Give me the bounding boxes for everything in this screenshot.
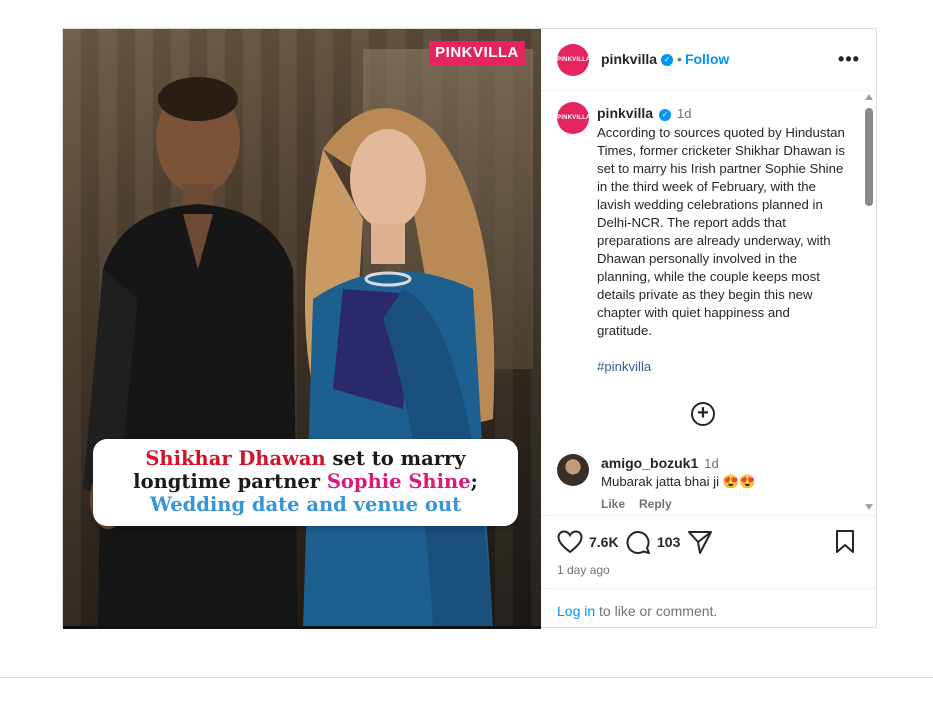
hashtag-text[interactable]: #pinkvilla: [597, 359, 651, 374]
caption-age[interactable]: 1d: [677, 106, 691, 121]
like-count: 7.6K: [589, 534, 619, 550]
post-timestamp[interactable]: 1 day ago: [557, 563, 610, 577]
scroll-up-arrow-icon[interactable]: [865, 94, 873, 100]
headline-wedding: Wedding date and venue out: [149, 493, 462, 516]
login-prompt: Log in to like or comment.: [541, 588, 878, 630]
post-sidebar: PINKVILLA pinkvilla ✓ • Follow ••• PINKVILL…: [541, 29, 878, 629]
header-separator: •: [677, 51, 682, 67]
headline-overlay: Shikhar Dhawan set to marry longtime par…: [93, 439, 518, 526]
comment-actions: Like Reply: [601, 497, 686, 511]
headline-text-2: ;: [470, 470, 478, 493]
caption-text: According to sources quoted by Hindustan…: [597, 125, 845, 338]
post-actions: 7.6K 103 1 day ago Log in to like or com…: [541, 515, 878, 629]
scroll-thumb[interactable]: [865, 108, 873, 206]
heart-icon: [557, 530, 583, 554]
plus-circle-icon[interactable]: +: [691, 402, 715, 426]
post-caption: pinkvilla ✓ 1d According to sources quoted…: [597, 104, 847, 376]
comment-age[interactable]: 1d: [704, 456, 718, 471]
comment-like-button[interactable]: Like: [601, 497, 625, 511]
login-suffix: to like or comment.: [595, 603, 718, 619]
like-button[interactable]: 7.6K: [557, 528, 619, 556]
profile-avatar[interactable]: PINKVILLA: [557, 44, 590, 76]
comment-bubble-icon: [626, 531, 650, 555]
photo-bottom-edge: [63, 626, 541, 629]
caption-username[interactable]: pinkvilla: [597, 105, 653, 121]
save-button[interactable]: [834, 528, 856, 556]
comment-item: amigo_bozuk1 1d Mubarak jatta bhai ji 😍😍: [601, 454, 851, 491]
headline-name: Shikhar Dhawan: [145, 447, 326, 470]
comments-section[interactable]: PINKVILLA pinkvilla ✓ 1d According to sour…: [541, 92, 878, 514]
comment-reply-button[interactable]: Reply: [639, 497, 672, 511]
comment-button[interactable]: 103: [625, 528, 680, 556]
post-photo[interactable]: PINKVILLA Shikhar Dhawan set to marry lo…: [63, 29, 541, 629]
hashtag-link[interactable]: #pinkvilla: [597, 358, 847, 376]
woman-figure: [303, 108, 495, 629]
verified-badge-icon: ✓: [661, 54, 674, 67]
share-button[interactable]: [687, 528, 713, 556]
follow-button[interactable]: Follow: [685, 51, 729, 67]
comment-text: Mubarak jatta bhai ji 😍😍: [601, 474, 756, 489]
brand-badge: PINKVILLA: [429, 41, 525, 65]
post-header: PINKVILLA pinkvilla ✓ • Follow •••: [541, 29, 878, 91]
paper-plane-icon: [688, 531, 712, 554]
comments-scrollbar[interactable]: [861, 92, 878, 514]
scroll-down-arrow-icon[interactable]: [865, 504, 873, 510]
caption-avatar[interactable]: PINKVILLA: [557, 102, 590, 134]
bookmark-icon: [836, 530, 854, 553]
commenter-avatar[interactable]: [557, 454, 589, 486]
login-link[interactable]: Log in: [557, 603, 595, 619]
headline-partner: Sophie Shine: [326, 470, 471, 493]
page-divider: [0, 677, 933, 678]
instagram-post: PINKVILLA Shikhar Dhawan set to marry lo…: [62, 28, 878, 629]
comment-username[interactable]: amigo_bozuk1: [601, 455, 698, 471]
verified-badge-icon: ✓: [659, 108, 672, 121]
comment-count: 103: [657, 534, 681, 550]
more-options-icon[interactable]: •••: [837, 47, 861, 71]
header-username[interactable]: pinkvilla: [601, 51, 657, 67]
header-account: pinkvilla ✓ • Follow: [601, 51, 729, 67]
